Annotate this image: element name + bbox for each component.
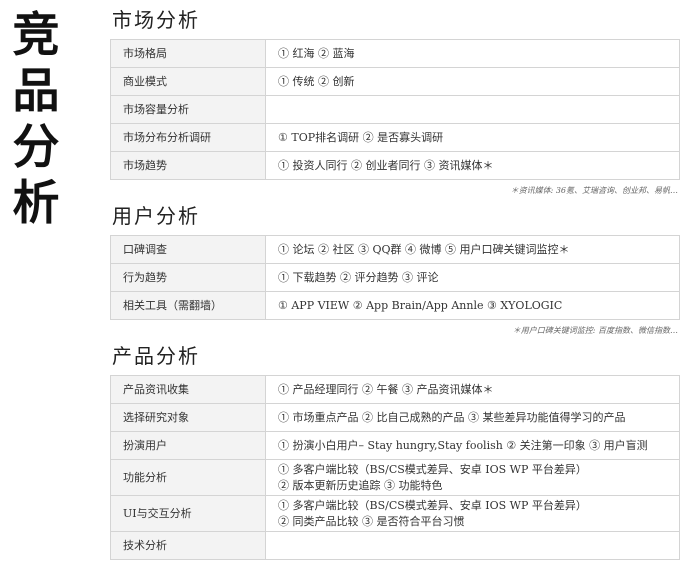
row-value: ① 论坛 ② 社区 ③ QQ群 ④ 微博 ⑤ 用户口碑关键词监控＊ — [265, 235, 680, 264]
row-value: ① 多客户端比较（BS/CS模式差异、安卓 IOS WP 平台差异） ② 版本更… — [265, 459, 680, 496]
value-line: ② 版本更新历史追踪 ③ 功能特色 — [278, 478, 443, 492]
table-row: 相关工具（需翻墙） ① APP VIEW ② App Brain/App Ann… — [110, 291, 680, 320]
table-row: 选择研究对象 ① 市场重点产品 ② 比自己成熟的产品 ③ 某些差异功能值得学习的… — [110, 403, 680, 432]
row-value: ① 红海 ② 蓝海 — [265, 39, 680, 68]
row-value: ① 投资人同行 ② 创业者同行 ③ 资讯媒体＊ — [265, 151, 680, 180]
big-title: 竞 品 分 析 — [8, 8, 64, 232]
table-row: 市场趋势 ① 投资人同行 ② 创业者同行 ③ 资讯媒体＊ — [110, 151, 680, 180]
row-label: 功能分析 — [110, 459, 266, 496]
market-table: 市场格局 ① 红海 ② 蓝海 商业模式 ① 传统 ② 创新 市场容量分析 市场分… — [110, 39, 680, 180]
table-row: 扮演用户 ① 扮演小白用户– Stay hungry,Stay foolish … — [110, 431, 680, 460]
row-value: ① 多客户端比较（BS/CS模式差异、安卓 IOS WP 平台差异） ② 同类产… — [265, 495, 680, 532]
table-row: 商业模式 ① 传统 ② 创新 — [110, 67, 680, 96]
value-line: ② 同类产品比较 ③ 是否符合平台习惯 — [278, 514, 465, 528]
big-title-char: 析 — [12, 176, 60, 231]
row-label: 市场容量分析 — [110, 95, 266, 124]
value-line: ① 多客户端比较（BS/CS模式差异、安卓 IOS WP 平台差异） — [278, 462, 587, 476]
row-label: 技术分析 — [110, 531, 266, 560]
row-label: 市场格局 — [110, 39, 266, 68]
row-label: 产品资讯收集 — [110, 375, 266, 404]
product-table: 产品资讯收集 ① 产品经理同行 ② 午餐 ③ 产品资讯媒体＊ 选择研究对象 ① … — [110, 375, 680, 560]
big-title-char: 品 — [12, 64, 60, 119]
row-value — [265, 95, 680, 124]
section-title-product: 产品分析 — [112, 344, 200, 368]
row-value: ① APP VIEW ② App Brain/App Annle ③ XYOLO… — [265, 291, 680, 320]
table-row: 市场容量分析 — [110, 95, 680, 124]
table-row: 产品资讯收集 ① 产品经理同行 ② 午餐 ③ 产品资讯媒体＊ — [110, 375, 680, 404]
section-title-user: 用户分析 — [112, 204, 200, 228]
value-line: ① 多客户端比较（BS/CS模式差异、安卓 IOS WP 平台差异） — [278, 498, 587, 512]
row-label: 扮演用户 — [110, 431, 266, 460]
footnote-keywords: ＊用户口碑关键词监控: 百度指数、微信指数… — [512, 326, 678, 335]
row-label: 商业模式 — [110, 67, 266, 96]
table-row: 功能分析 ① 多客户端比较（BS/CS模式差异、安卓 IOS WP 平台差异） … — [110, 459, 680, 496]
table-row: 行为趋势 ① 下载趋势 ② 评分趋势 ③ 评论 — [110, 263, 680, 292]
footnote-media: ＊资讯媒体: 36氪、艾瑞咨询、创业邦、易帆… — [510, 186, 678, 195]
big-title-char: 竞 — [12, 8, 60, 63]
row-label: 市场分布分析调研 — [110, 123, 266, 152]
row-label: 选择研究对象 — [110, 403, 266, 432]
table-row: 市场分布分析调研 ① TOP排名调研 ② 是否寡头调研 — [110, 123, 680, 152]
row-label: 口碑调查 — [110, 235, 266, 264]
row-label: 市场趋势 — [110, 151, 266, 180]
row-value: ① 市场重点产品 ② 比自己成熟的产品 ③ 某些差异功能值得学习的产品 — [265, 403, 680, 432]
row-value: ① TOP排名调研 ② 是否寡头调研 — [265, 123, 680, 152]
table-row: 市场格局 ① 红海 ② 蓝海 — [110, 39, 680, 68]
row-value: ① 下载趋势 ② 评分趋势 ③ 评论 — [265, 263, 680, 292]
row-label: 行为趋势 — [110, 263, 266, 292]
big-title-char: 分 — [12, 120, 60, 175]
table-row: 口碑调查 ① 论坛 ② 社区 ③ QQ群 ④ 微博 ⑤ 用户口碑关键词监控＊ — [110, 235, 680, 264]
row-value: ① 传统 ② 创新 — [265, 67, 680, 96]
table-row: 技术分析 — [110, 531, 680, 560]
user-table: 口碑调查 ① 论坛 ② 社区 ③ QQ群 ④ 微博 ⑤ 用户口碑关键词监控＊ 行… — [110, 235, 680, 320]
row-label: 相关工具（需翻墙） — [110, 291, 266, 320]
table-row: UI与交互分析 ① 多客户端比较（BS/CS模式差异、安卓 IOS WP 平台差… — [110, 495, 680, 532]
row-value: ① 产品经理同行 ② 午餐 ③ 产品资讯媒体＊ — [265, 375, 680, 404]
section-title-market: 市场分析 — [112, 8, 200, 32]
row-value — [265, 531, 680, 560]
row-value: ① 扮演小白用户– Stay hungry,Stay foolish ② 关注第… — [265, 431, 680, 460]
row-label: UI与交互分析 — [110, 495, 266, 532]
